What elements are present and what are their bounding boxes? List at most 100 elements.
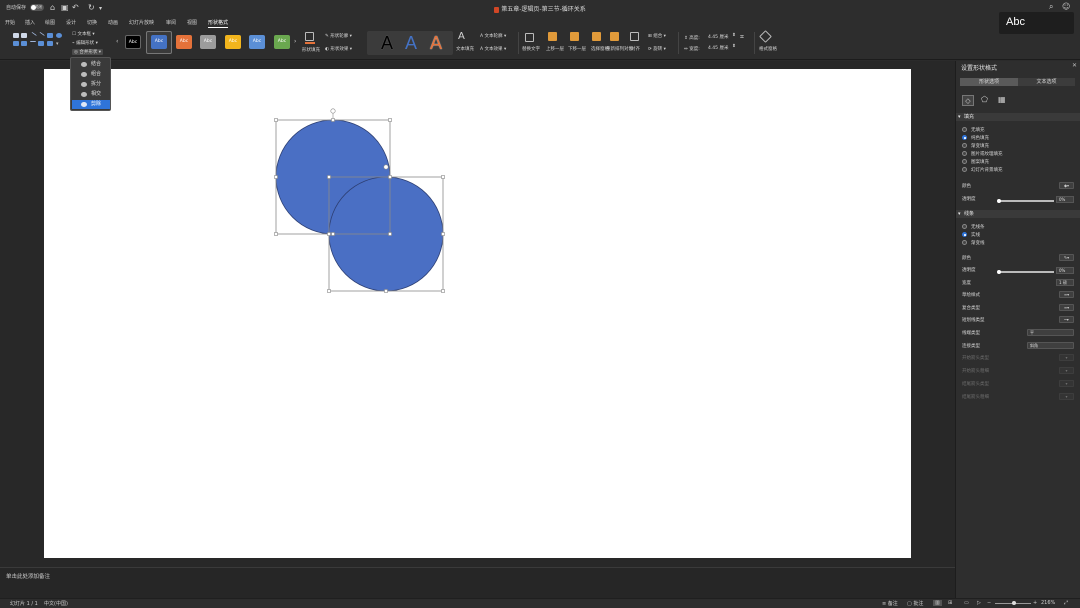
line-shape-icon[interactable] xyxy=(29,31,37,40)
reorder-button[interactable]: 重新排列对象 xyxy=(606,46,633,52)
wordart-blue[interactable]: A xyxy=(405,32,417,54)
line-transparency-slider[interactable] xyxy=(997,269,1054,274)
menu-item-intersect[interactable]: 相交 xyxy=(72,90,110,99)
slide-canvas[interactable] xyxy=(44,69,911,558)
shape-fill-button[interactable]: 形状填充 xyxy=(302,47,320,53)
menu-item-fragment[interactable]: 拆分 xyxy=(72,80,110,89)
radio-pattern-fill[interactable] xyxy=(962,159,967,164)
effects-icon[interactable]: ⬠ xyxy=(981,95,988,104)
radio-no-fill[interactable] xyxy=(962,127,967,132)
merge-shapes-button[interactable]: ◎ 合并形状 ▾ xyxy=(72,49,104,55)
tab-shape-options[interactable]: 形状选项 xyxy=(960,78,1018,86)
tab-insert[interactable]: 插入 xyxy=(25,19,35,26)
tab-shape-format[interactable]: 形状格式 xyxy=(208,19,229,28)
radio-no-line[interactable] xyxy=(962,224,967,229)
radio-gradient-fill[interactable] xyxy=(962,143,967,148)
line-color-picker[interactable]: ✎▾ xyxy=(1059,254,1074,261)
shape-style-orange[interactable]: Abc xyxy=(176,35,192,49)
bring-forward-icon[interactable] xyxy=(548,32,557,41)
alt-text-button[interactable]: 替换文字 xyxy=(522,46,540,52)
format-pane-button[interactable]: 格式窗格 xyxy=(759,46,777,52)
width-stepper[interactable]: ⬍ xyxy=(732,44,736,49)
align-icon[interactable] xyxy=(630,32,639,41)
tab-draw[interactable]: 绘图 xyxy=(45,19,55,26)
height-input[interactable]: 4.45 厘米 xyxy=(706,34,732,42)
tab-animations[interactable]: 动画 xyxy=(108,19,118,26)
cap-type-select[interactable]: 平 xyxy=(1027,329,1074,336)
end-arrow-type-select[interactable]: ▾ xyxy=(1059,380,1074,387)
dash-type-select[interactable]: ┅▾ xyxy=(1059,316,1074,323)
tab-design[interactable]: 设计 xyxy=(66,19,76,26)
tab-transitions[interactable]: 切换 xyxy=(87,19,97,26)
send-backward-icon[interactable] xyxy=(570,32,579,41)
shape-style-gold[interactable]: Abc xyxy=(225,35,241,49)
radio-slide-bg-fill[interactable] xyxy=(962,167,967,172)
rect-blue-shape-icon[interactable] xyxy=(47,33,53,38)
line-width-input[interactable]: 1 磅 xyxy=(1056,279,1074,286)
rotate-button[interactable]: ⟳ 旋转 ▾ xyxy=(648,46,666,52)
edit-shape-button[interactable]: ⌁ 编辑形状 ▾ xyxy=(72,40,98,46)
begin-arrow-type-select[interactable]: ▾ xyxy=(1059,354,1074,361)
begin-arrow-size-select[interactable]: ▾ xyxy=(1059,367,1074,374)
smile-icon[interactable]: ☺ xyxy=(1062,2,1070,11)
shape-style-gray[interactable]: Abc xyxy=(200,35,216,49)
paint-bucket-icon[interactable] xyxy=(305,32,314,41)
slider-knob[interactable] xyxy=(997,198,1001,203)
radio-picture-fill[interactable] xyxy=(962,151,967,156)
shape-style-lightblue[interactable]: Abc xyxy=(249,35,265,49)
zoom-slider[interactable] xyxy=(995,601,1031,605)
comments-toggle[interactable]: ▢ 批注 xyxy=(907,600,923,607)
shape-style-blue[interactable]: Abc xyxy=(151,35,167,49)
normal-view-icon[interactable]: ▥ xyxy=(933,600,942,606)
rotate-handle[interactable] xyxy=(330,108,336,114)
rotate-handle-2[interactable] xyxy=(383,164,389,170)
selection-pane-icon[interactable] xyxy=(592,32,601,41)
zoom-level[interactable]: 216% xyxy=(1041,600,1055,606)
text-fill-button[interactable]: 文本填充 xyxy=(456,46,474,52)
fill-line-icon[interactable]: ◇ xyxy=(962,95,974,106)
square-shape-icon[interactable] xyxy=(13,41,19,46)
text-effects-button[interactable]: A 文本效果 ▾ xyxy=(480,46,506,52)
crop-icon[interactable]: ⌗ xyxy=(740,33,744,42)
shape-outline-button[interactable]: ✎ 形状轮廓 ▾ xyxy=(325,33,352,39)
radio-solid-line[interactable] xyxy=(962,232,967,237)
sorter-view-icon[interactable]: ⊞ xyxy=(948,600,952,606)
height-stepper[interactable]: ⬍ xyxy=(732,33,736,38)
line-shape-icon-3[interactable] xyxy=(30,41,36,46)
reading-view-icon[interactable]: ▭ xyxy=(964,600,969,606)
shape-style-black[interactable]: Abc xyxy=(125,35,141,49)
wordart-orange[interactable]: A xyxy=(430,32,442,54)
menu-item-subtract[interactable]: 剪除 xyxy=(72,100,110,109)
size-properties-icon[interactable]: ▦ xyxy=(998,95,1006,104)
notes-toggle[interactable]: ≡ 备注 xyxy=(882,600,898,607)
gallery-next-icon[interactable]: › xyxy=(294,38,296,45)
search-icon[interactable]: ⌕ xyxy=(1049,2,1053,12)
wordart-black[interactable]: A xyxy=(381,32,393,54)
shape-icon-more[interactable] xyxy=(47,41,53,46)
radio-solid-fill[interactable] xyxy=(962,135,967,140)
slideshow-view-icon[interactable]: ▷ xyxy=(977,600,981,606)
group-button[interactable]: ⊞ 组合 ▾ xyxy=(648,33,666,39)
align-button[interactable]: 对齐 xyxy=(631,46,640,52)
end-arrow-size-select[interactable]: ▾ xyxy=(1059,393,1074,400)
sketch-style-select[interactable]: ≡▾ xyxy=(1059,291,1074,298)
tab-text-options[interactable]: 文本选项 xyxy=(1018,78,1075,86)
rect-shape-icon-2[interactable] xyxy=(21,33,27,38)
text-box-button[interactable]: ☐ 文本框 ▾ xyxy=(72,31,95,37)
tab-review[interactable]: 审阅 xyxy=(166,19,176,26)
language-indicator[interactable]: 中文(中国) xyxy=(44,600,68,607)
format-pane-icon[interactable] xyxy=(759,30,772,43)
zoom-in-icon[interactable]: + xyxy=(1033,600,1037,606)
fill-color-picker[interactable]: ◆▾ xyxy=(1059,182,1074,189)
tab-view[interactable]: 视图 xyxy=(187,19,197,26)
width-input[interactable]: 4.45 厘米 xyxy=(706,45,732,53)
gallery-more-icon[interactable]: ▾ xyxy=(56,41,62,47)
oval-shape-icon[interactable] xyxy=(56,33,62,38)
zoom-slider-knob[interactable] xyxy=(1012,601,1016,605)
bring-forward-button[interactable]: 上移一层 xyxy=(546,46,564,52)
line-section-header[interactable]: 线条 xyxy=(956,210,1080,218)
alt-text-icon[interactable] xyxy=(525,33,534,42)
line-shape-icon-2[interactable] xyxy=(37,31,45,40)
zoom-out-icon[interactable]: − xyxy=(987,600,991,606)
send-backward-button[interactable]: 下移一层 xyxy=(568,46,586,52)
